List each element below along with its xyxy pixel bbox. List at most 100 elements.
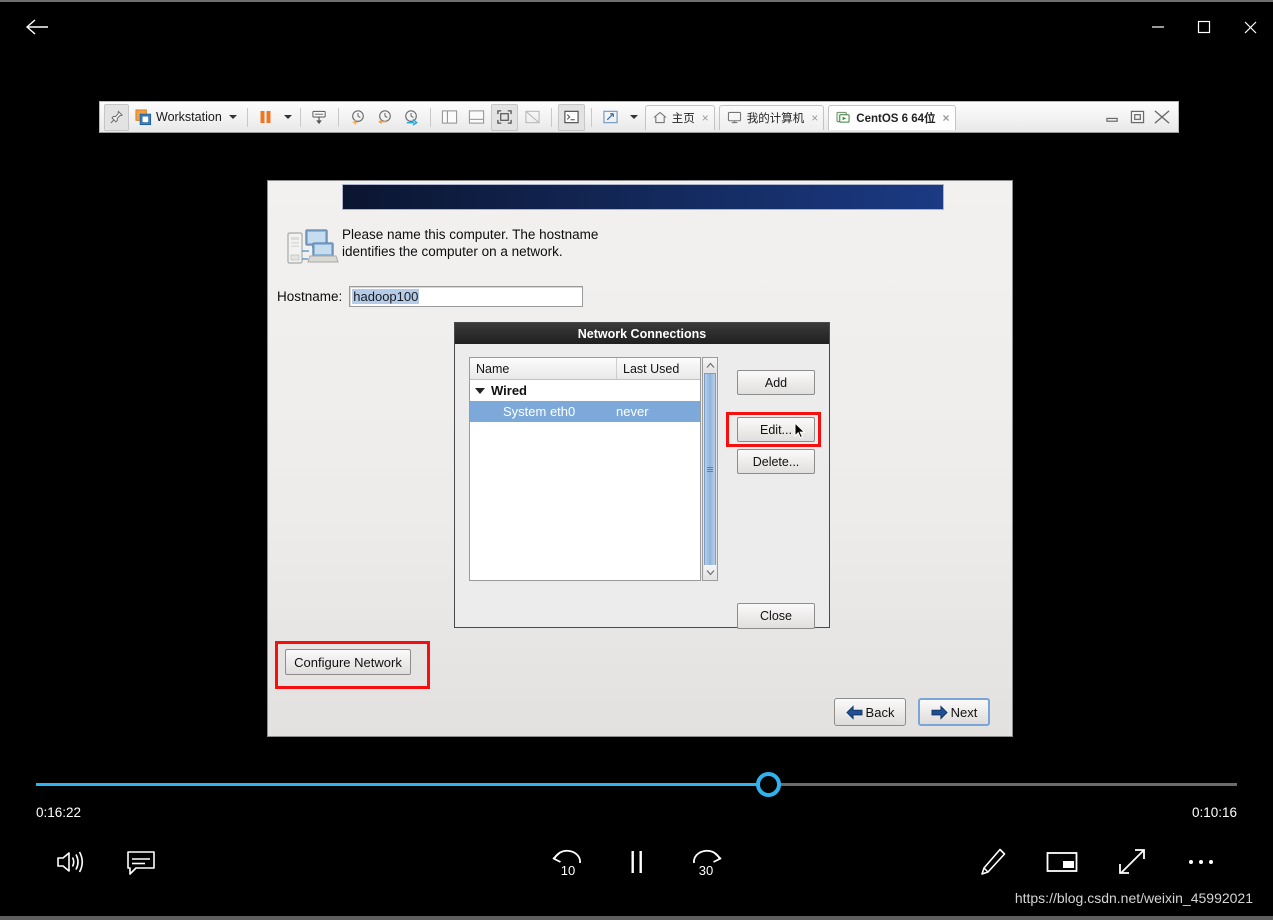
take-snapshot-button[interactable] [345, 105, 370, 130]
installer-banner [342, 184, 944, 210]
pause-icon [631, 851, 642, 873]
revert-snapshot-button[interactable] [372, 105, 397, 130]
network-connections-dialog: Network Connections Name Last Used Wired… [454, 322, 830, 629]
chevron-down-icon [228, 115, 237, 119]
vm-tab-home-close[interactable]: × [702, 111, 709, 125]
vm-tab-home[interactable]: 主页 × [644, 104, 715, 130]
mini-player-button[interactable] [1043, 845, 1081, 879]
back-button-installer[interactable]: Back [834, 698, 906, 726]
take-snapshot-icon [351, 109, 364, 125]
arrow-left-icon [845, 704, 863, 720]
network-connections-titlebar[interactable]: Network Connections [455, 323, 829, 344]
vm-tab-centos[interactable]: CentOS 6 64位 × [828, 104, 956, 130]
vmware-minimize-button[interactable] [1101, 106, 1123, 128]
forward-30-button[interactable]: 30 [686, 843, 726, 881]
connection-group-wired[interactable]: Wired [470, 380, 700, 401]
vm-tab-centos-label: CentOS 6 64位 [856, 112, 936, 125]
chevron-up-icon [706, 362, 714, 368]
pin-library-button[interactable] [104, 103, 129, 131]
back-button-label: Back [865, 704, 895, 720]
scroll-up-button[interactable] [703, 358, 717, 372]
delete-connection-button[interactable]: Delete... [737, 449, 815, 474]
connections-list-header: Name Last Used [470, 358, 700, 380]
app-titlebar [0, 0, 1273, 52]
minimize-icon [1152, 26, 1164, 28]
back-arrow-icon [25, 19, 48, 35]
vm-tab-mycomputer[interactable]: 我的计算机 × [718, 104, 825, 130]
toolbar-separator [429, 107, 431, 127]
toolbar-separator [590, 107, 592, 127]
console-view-button[interactable] [557, 103, 585, 131]
draw-button[interactable] [974, 845, 1012, 879]
captions-button[interactable] [122, 845, 160, 879]
edit-connection-button[interactable]: Edit... [737, 417, 815, 442]
minimize-button[interactable] [1135, 6, 1181, 48]
send-keys-button[interactable] [307, 105, 332, 130]
vm-tab-mycomputer-close[interactable]: × [811, 111, 818, 125]
enter-fullscreen-button[interactable] [490, 103, 518, 131]
pencil-icon [981, 848, 1006, 875]
manage-snapshots-button[interactable] [399, 105, 424, 130]
back-button[interactable] [20, 12, 54, 42]
stretch-dropdown-button[interactable] [625, 105, 640, 130]
power-dropdown-button[interactable] [279, 105, 294, 130]
show-thumbnail-bar-button[interactable] [464, 105, 489, 130]
rewind-seconds-label: 10 [561, 863, 575, 878]
seek-bar-fill [36, 783, 769, 786]
arrow-right-icon [931, 704, 948, 720]
volume-high-icon [57, 851, 84, 873]
more-options-icon [1189, 860, 1213, 864]
hostname-description: Please name this computer. The hostname … [342, 227, 599, 259]
connections-scrollbar[interactable] [702, 357, 718, 581]
chevron-down-icon [629, 115, 638, 119]
configure-network-button[interactable]: Configure Network [285, 649, 411, 675]
vmware-app-menu-label: Workstation [156, 110, 222, 124]
connections-list[interactable]: Name Last Used Wired System eth0 never [469, 357, 701, 581]
table-row[interactable]: System eth0 never [470, 401, 700, 422]
close-button[interactable] [1227, 6, 1273, 48]
rewind-10-button[interactable]: 10 [548, 843, 588, 881]
connection-group-label: Wired [491, 383, 527, 398]
unity-mode-icon [525, 110, 540, 124]
titlebar-top-border [0, 0, 1273, 2]
hostname-value: hadoop100 [352, 289, 420, 304]
more-options-button[interactable] [1182, 845, 1220, 879]
network-connections-body: Name Last Used Wired System eth0 never A… [455, 344, 829, 629]
page-bottom-border [0, 916, 1273, 920]
column-header-name[interactable]: Name [470, 358, 616, 379]
pause-vm-button[interactable] [254, 105, 277, 130]
hostname-input[interactable]: hadoop100 [349, 286, 584, 307]
stretch-guest-button[interactable] [598, 105, 623, 130]
maximize-button[interactable] [1181, 6, 1227, 48]
scroll-down-button[interactable] [704, 565, 716, 579]
hostname-label: Hostname: [277, 289, 343, 304]
close-dialog-button[interactable]: Close [737, 603, 815, 629]
maximize-icon [1197, 20, 1211, 34]
vmware-restore-button[interactable] [1126, 106, 1148, 128]
fullscreen-button[interactable] [1113, 845, 1151, 879]
next-button-installer[interactable]: Next [918, 698, 990, 726]
manage-snapshots-icon [404, 109, 418, 126]
toolbar-separator [246, 107, 248, 127]
show-library-button[interactable] [437, 105, 462, 130]
scrollbar-thumb[interactable] [704, 373, 716, 566]
seek-bar-handle[interactable] [756, 772, 782, 797]
vm-powered-on-icon [836, 111, 850, 123]
play-pause-button[interactable] [618, 843, 656, 881]
screen: Workstation 主页 × 我的计算机 × CentOS 6 64位 × … [0, 0, 1273, 920]
mini-player-icon [1046, 852, 1078, 872]
close-icon [1154, 110, 1170, 124]
anaconda-installer-window: Please name this computer. The hostname … [267, 180, 1013, 737]
column-header-last-used[interactable]: Last Used [616, 358, 700, 379]
next-button-label: Next [950, 704, 978, 720]
connection-last-used: never [616, 404, 649, 419]
fullscreen-icon [1119, 849, 1145, 874]
add-connection-button[interactable]: Add [737, 370, 815, 395]
seek-bar[interactable] [36, 772, 1237, 797]
vmware-close-button[interactable] [1151, 106, 1173, 128]
volume-button[interactable] [52, 845, 92, 879]
unity-mode-button[interactable] [520, 105, 545, 130]
vmware-app-menu[interactable]: Workstation [131, 105, 241, 130]
chevron-down-icon [283, 115, 292, 119]
vm-tab-centos-close[interactable]: × [943, 111, 950, 125]
